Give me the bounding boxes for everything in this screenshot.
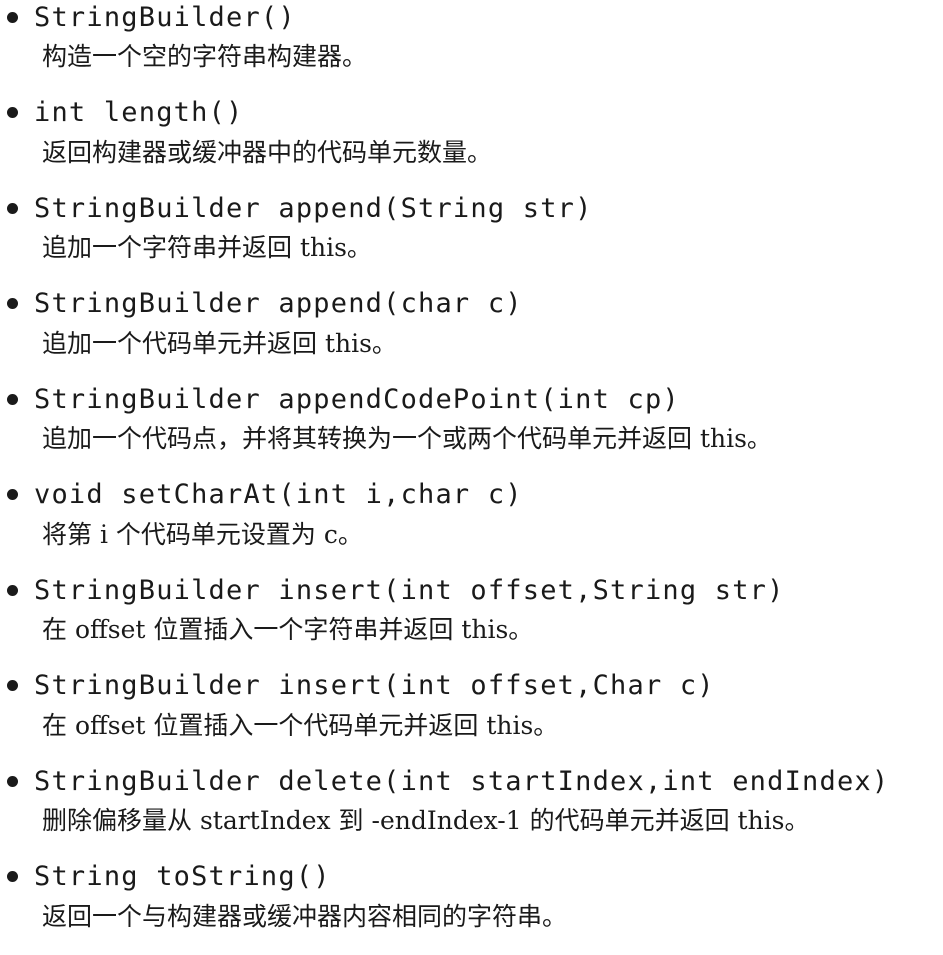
method-signature-line: StringBuilder append(char c) [0,287,523,321]
list-item: StringBuilder insert(int offset,Char c) … [0,669,943,765]
api-method-list: StringBuilder() 构造一个空的字符串构建器。 int length… [0,0,943,941]
bullet-icon [7,203,18,214]
bullet-icon [7,394,18,405]
list-item: StringBuilder append(char c) 追加一个代码单元并返回… [0,287,943,383]
method-signature: StringBuilder appendCodePoint(int cp) [34,384,680,415]
method-signature-line: StringBuilder() [0,0,296,34]
bullet-icon [7,489,18,500]
method-signature: String toString() [34,861,331,892]
method-description: 追加一个代码单元并返回 this。 [42,327,397,361]
bullet-icon [7,107,18,118]
method-signature-line: int length() [0,96,243,130]
bullet-icon [7,298,18,309]
method-description: 将第 i 个代码单元设置为 c。 [42,518,363,552]
method-signature-line: StringBuilder appendCodePoint(int cp) [0,382,680,416]
list-item: void setCharAt(int i,char c) 将第 i 个代码单元设… [0,478,943,574]
method-signature-line: StringBuilder delete(int startIndex,int … [0,764,889,798]
method-description: 构造一个空的字符串构建器。 [42,40,367,74]
method-signature-line: void setCharAt(int i,char c) [0,478,523,512]
bullet-icon [7,12,18,23]
list-item: StringBuilder insert(int offset,String s… [0,573,943,669]
method-signature-line: String toString() [0,860,331,894]
method-signature: StringBuilder insert(int offset,Char c) [34,670,715,701]
bullet-icon [7,680,18,691]
method-description: 返回构建器或缓冲器中的代码单元数量。 [42,136,492,170]
method-description: 在 offset 位置插入一个字符串并返回 this。 [42,613,533,647]
method-signature-line: StringBuilder append(String str) [0,191,593,225]
method-description: 追加一个代码点，并将其转换为一个或两个代码单元并返回 this。 [42,422,772,456]
method-signature: StringBuilder insert(int offset,String s… [34,575,785,606]
method-signature-line: StringBuilder insert(int offset,Char c) [0,669,715,703]
list-item: StringBuilder delete(int startIndex,int … [0,764,943,860]
bullet-icon [7,776,18,787]
method-signature: StringBuilder() [34,2,296,33]
method-signature: StringBuilder delete(int startIndex,int … [34,766,889,797]
method-description: 在 offset 位置插入一个代码单元并返回 this。 [42,709,558,743]
list-item: int length() 返回构建器或缓冲器中的代码单元数量。 [0,96,943,192]
list-item: StringBuilder() 构造一个空的字符串构建器。 [0,0,943,96]
method-signature: int length() [34,97,243,128]
method-signature: StringBuilder append(String str) [34,193,593,224]
list-item: StringBuilder appendCodePoint(int cp) 追加… [0,382,943,478]
method-description: 返回一个与构建器或缓冲器内容相同的字符串。 [42,900,567,934]
bullet-icon [7,871,18,882]
method-signature: StringBuilder append(char c) [34,288,523,319]
method-description: 删除偏移量从 startIndex 到 -endIndex-1 的代码单元并返回… [42,804,810,838]
method-signature-line: StringBuilder insert(int offset,String s… [0,573,785,607]
method-description: 追加一个字符串并返回 this。 [42,231,372,265]
bullet-icon [7,585,18,596]
method-signature: void setCharAt(int i,char c) [34,479,523,510]
list-item: StringBuilder append(String str) 追加一个字符串… [0,191,943,287]
